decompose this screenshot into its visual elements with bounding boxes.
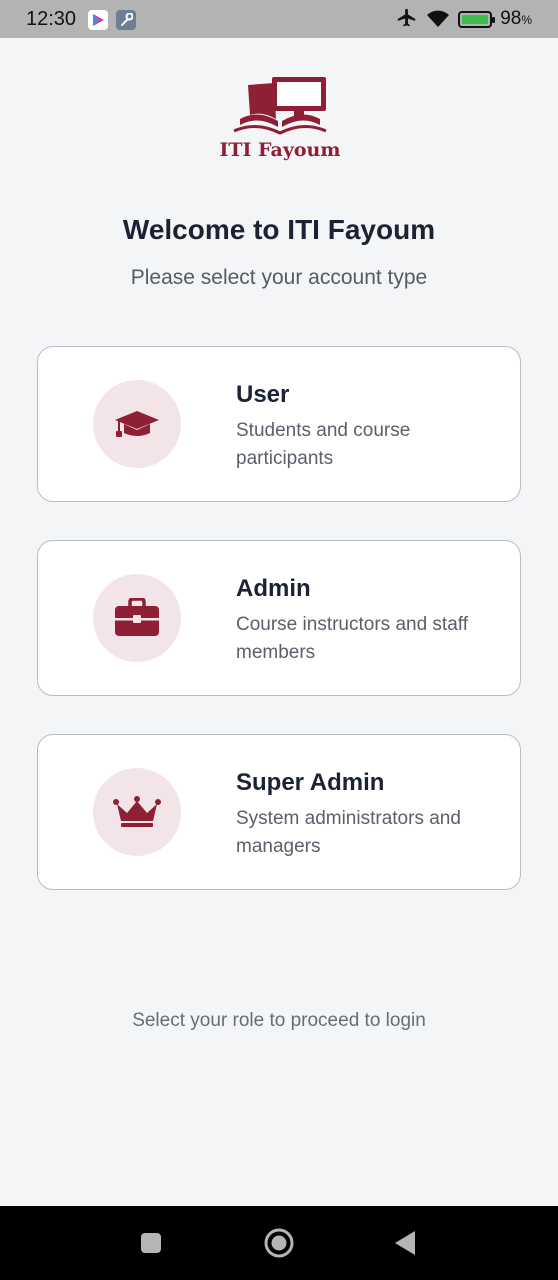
footer-hint: Select your role to proceed to login: [132, 1010, 426, 1031]
triangle-back-icon: [395, 1231, 415, 1255]
page-subtitle: Please select your account type: [130, 266, 428, 289]
role-icon-circle: [93, 768, 181, 856]
page-title: Welcome to ITI Fayoum: [122, 214, 436, 245]
role-title: Admin: [236, 575, 311, 602]
wrench-icon: [116, 10, 136, 30]
role-title: User: [236, 381, 290, 408]
role-description: System administrators and managers: [236, 808, 461, 857]
role-description: Students and course participants: [236, 420, 411, 469]
role-description: Course instructors and staff members: [236, 614, 468, 663]
book-computer-icon: [233, 77, 327, 135]
briefcase-icon: [115, 598, 159, 636]
home-button[interactable]: [263, 1227, 295, 1264]
logo-text: ITI Fayoum: [219, 139, 341, 161]
role-title: Super Admin: [236, 769, 385, 796]
battery-percent: 98%: [500, 8, 532, 29]
crown-icon: [113, 796, 161, 827]
status-time: 12:30: [26, 8, 77, 30]
role-icon-circle: [93, 574, 181, 662]
battery-icon: [458, 10, 496, 28]
graduation-cap-icon: [115, 411, 159, 437]
status-bar: 12:30 98%: [0, 0, 558, 38]
iti-logo: ITI Fayoum: [218, 75, 342, 165]
play-store-icon: [88, 10, 108, 30]
navigation-bar: [0, 1206, 558, 1280]
role-card-user[interactable]: User Students and course participants: [37, 346, 521, 502]
recents-button[interactable]: [140, 1232, 162, 1259]
status-icons: 98%: [396, 8, 532, 30]
airplane-icon: [398, 8, 416, 27]
role-card-admin[interactable]: Admin Course instructors and staff membe…: [37, 540, 521, 696]
wifi-icon: [427, 10, 450, 27]
role-card-super-admin[interactable]: Super Admin System administrators and ma…: [37, 734, 521, 890]
square-icon: [141, 1233, 161, 1253]
circle-icon: [264, 1228, 294, 1258]
back-button[interactable]: [394, 1230, 416, 1261]
role-icon-circle: [93, 380, 181, 468]
